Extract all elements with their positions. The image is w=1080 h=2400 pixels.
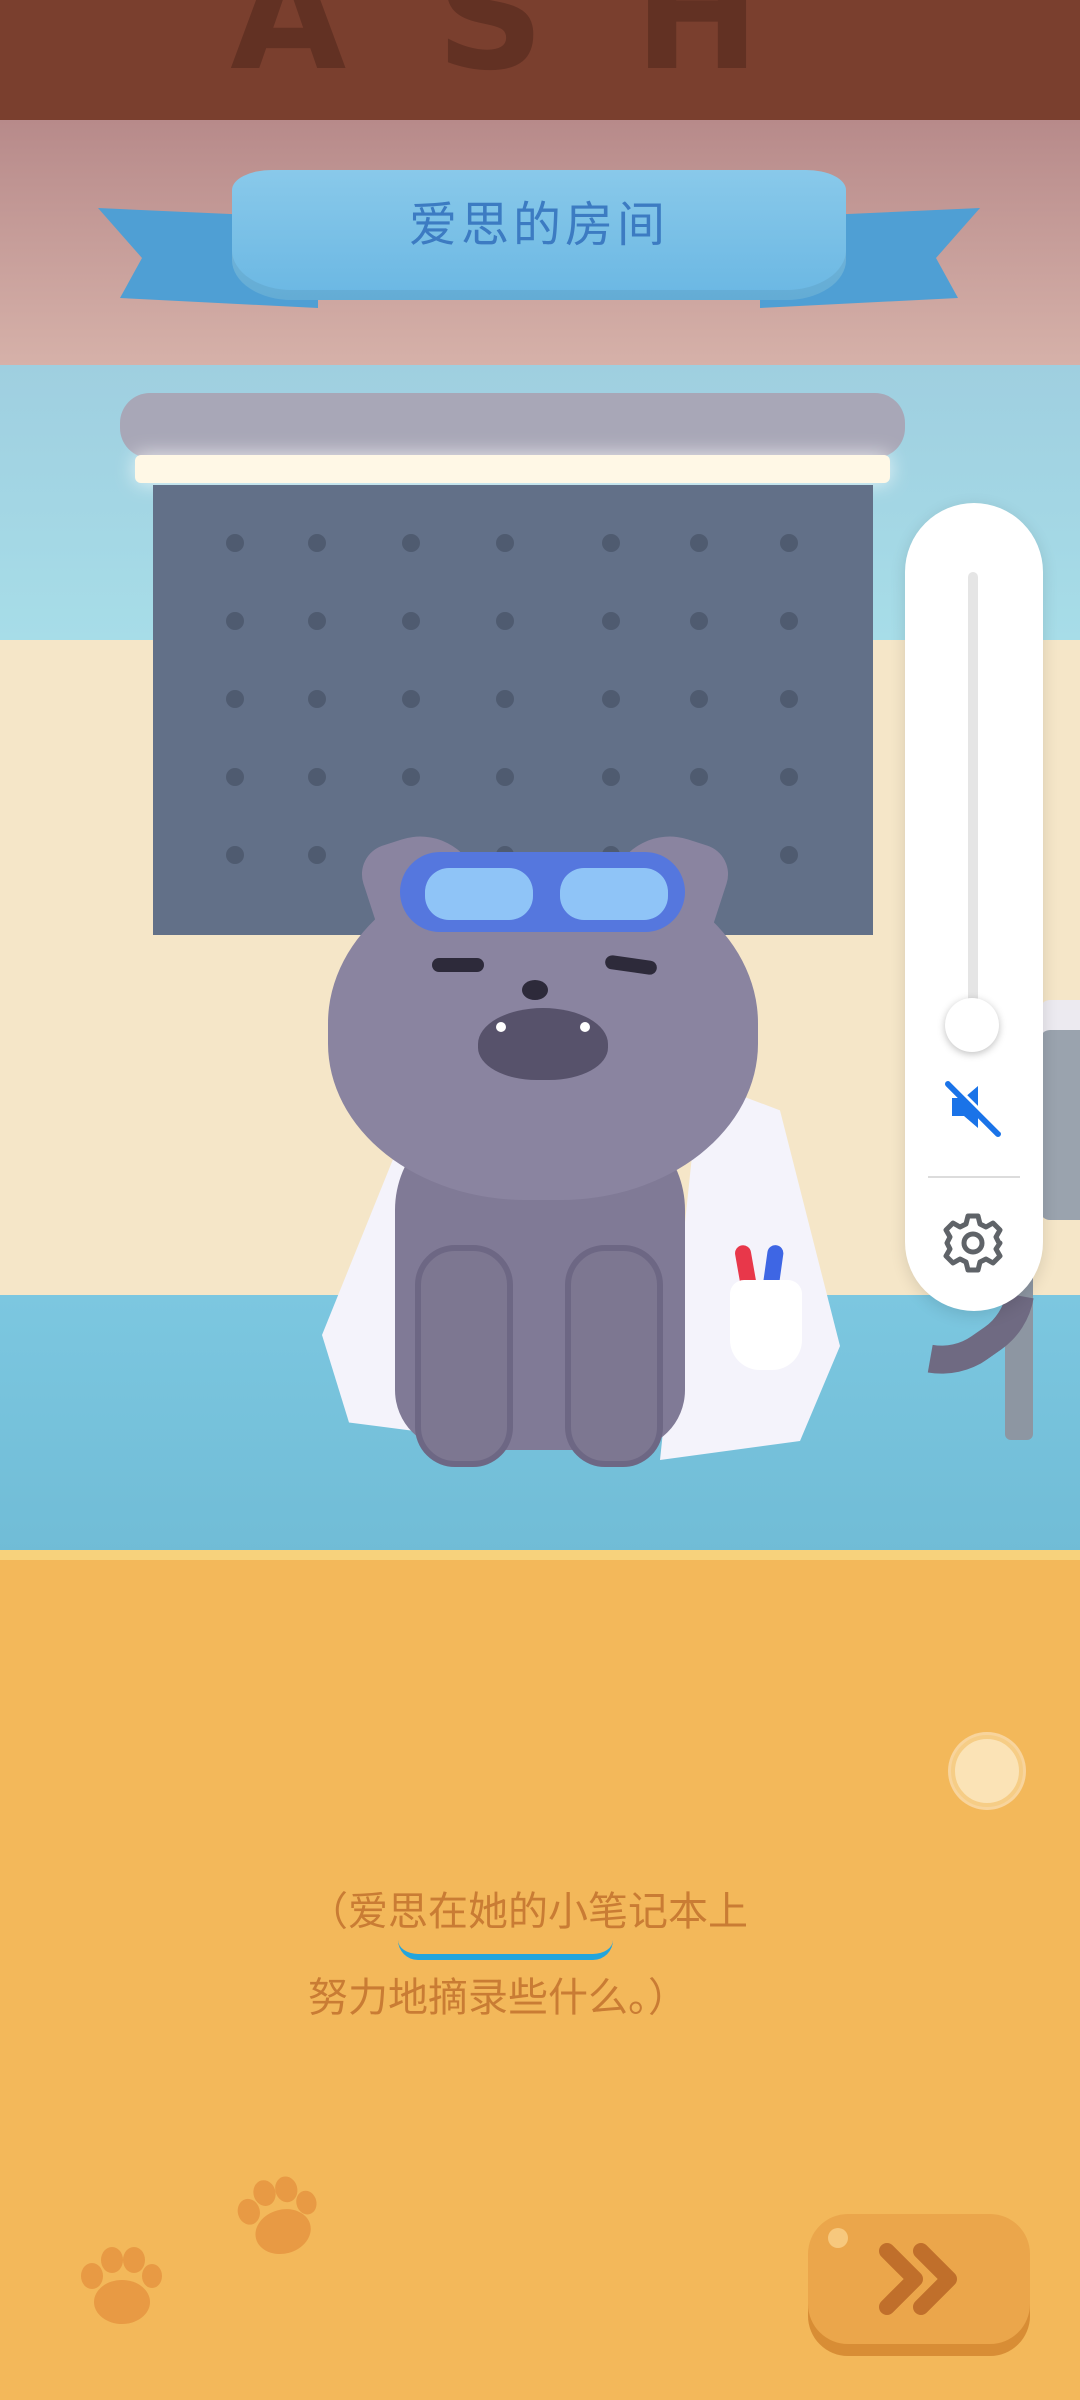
pegboard-hole — [780, 534, 798, 552]
pegboard-hole — [690, 612, 708, 630]
pegboard-hole — [226, 846, 244, 864]
cat-eye-left — [432, 958, 484, 972]
rail-light — [135, 455, 890, 483]
paw-print-icon — [72, 2240, 172, 2339]
floor-edge — [0, 1550, 1080, 1560]
gear-icon[interactable] — [940, 1210, 1006, 1276]
dialog-line-2: 努力地摘录些什么。） — [308, 1975, 688, 2021]
pegboard-hole — [690, 768, 708, 786]
pegboard-hole — [402, 612, 420, 630]
cat-leg-right — [565, 1245, 663, 1467]
pegboard-hole — [402, 534, 420, 552]
dialog-indicator — [951, 1735, 1023, 1807]
goggle-lens-left — [425, 868, 533, 920]
pegboard-hole — [690, 690, 708, 708]
pegboard-hole — [402, 768, 420, 786]
pegboard-hole — [496, 534, 514, 552]
pegboard-hole — [602, 534, 620, 552]
pegboard-hole — [226, 612, 244, 630]
pegboard-hole — [690, 534, 708, 552]
pegboard-hole — [226, 768, 244, 786]
goggle-lens-right — [560, 868, 668, 920]
pegboard-hole — [602, 690, 620, 708]
cat-tooth — [496, 1022, 506, 1032]
pegboard-hole — [780, 846, 798, 864]
pegboard-rail — [120, 393, 905, 458]
pegboard-hole — [496, 690, 514, 708]
cat-nose — [522, 980, 548, 1000]
speaker-muted-icon[interactable] — [938, 1072, 1008, 1142]
dialog-line-1: （爱思在她的小笔记本上 — [308, 1889, 748, 1935]
cat-mouth — [478, 1008, 608, 1080]
lab-coat-pocket — [730, 1280, 802, 1370]
handwritten-underline — [398, 1940, 613, 1960]
volume-slider-track[interactable] — [968, 572, 978, 1027]
next-button-highlight — [828, 2228, 848, 2248]
pegboard-hole — [308, 846, 326, 864]
room-title: 爱思的房间 — [408, 197, 669, 253]
pegboard-hole — [496, 768, 514, 786]
double-chevron-right-icon — [879, 2243, 957, 2315]
volume-slider-thumb[interactable] — [945, 998, 999, 1052]
pegboard-hole — [402, 690, 420, 708]
side-table — [1040, 1030, 1080, 1220]
pegboard-hole — [308, 612, 326, 630]
pegboard-hole — [602, 612, 620, 630]
pegboard-hole — [780, 612, 798, 630]
pegboard-hole — [226, 690, 244, 708]
pegboard-hole — [780, 690, 798, 708]
pegboard-hole — [308, 768, 326, 786]
cat-tooth — [580, 1022, 590, 1032]
pegboard-hole — [308, 534, 326, 552]
pegboard-hole — [308, 690, 326, 708]
paw-print-icon — [230, 2170, 330, 2269]
cat-leg-left — [415, 1245, 513, 1467]
pegboard-hole — [226, 534, 244, 552]
pegboard-hole — [602, 768, 620, 786]
pegboard-hole — [496, 612, 514, 630]
pegboard-hole — [780, 768, 798, 786]
volume-panel-divider — [928, 1176, 1020, 1178]
room-sign-letters: ASH — [230, 0, 850, 104]
